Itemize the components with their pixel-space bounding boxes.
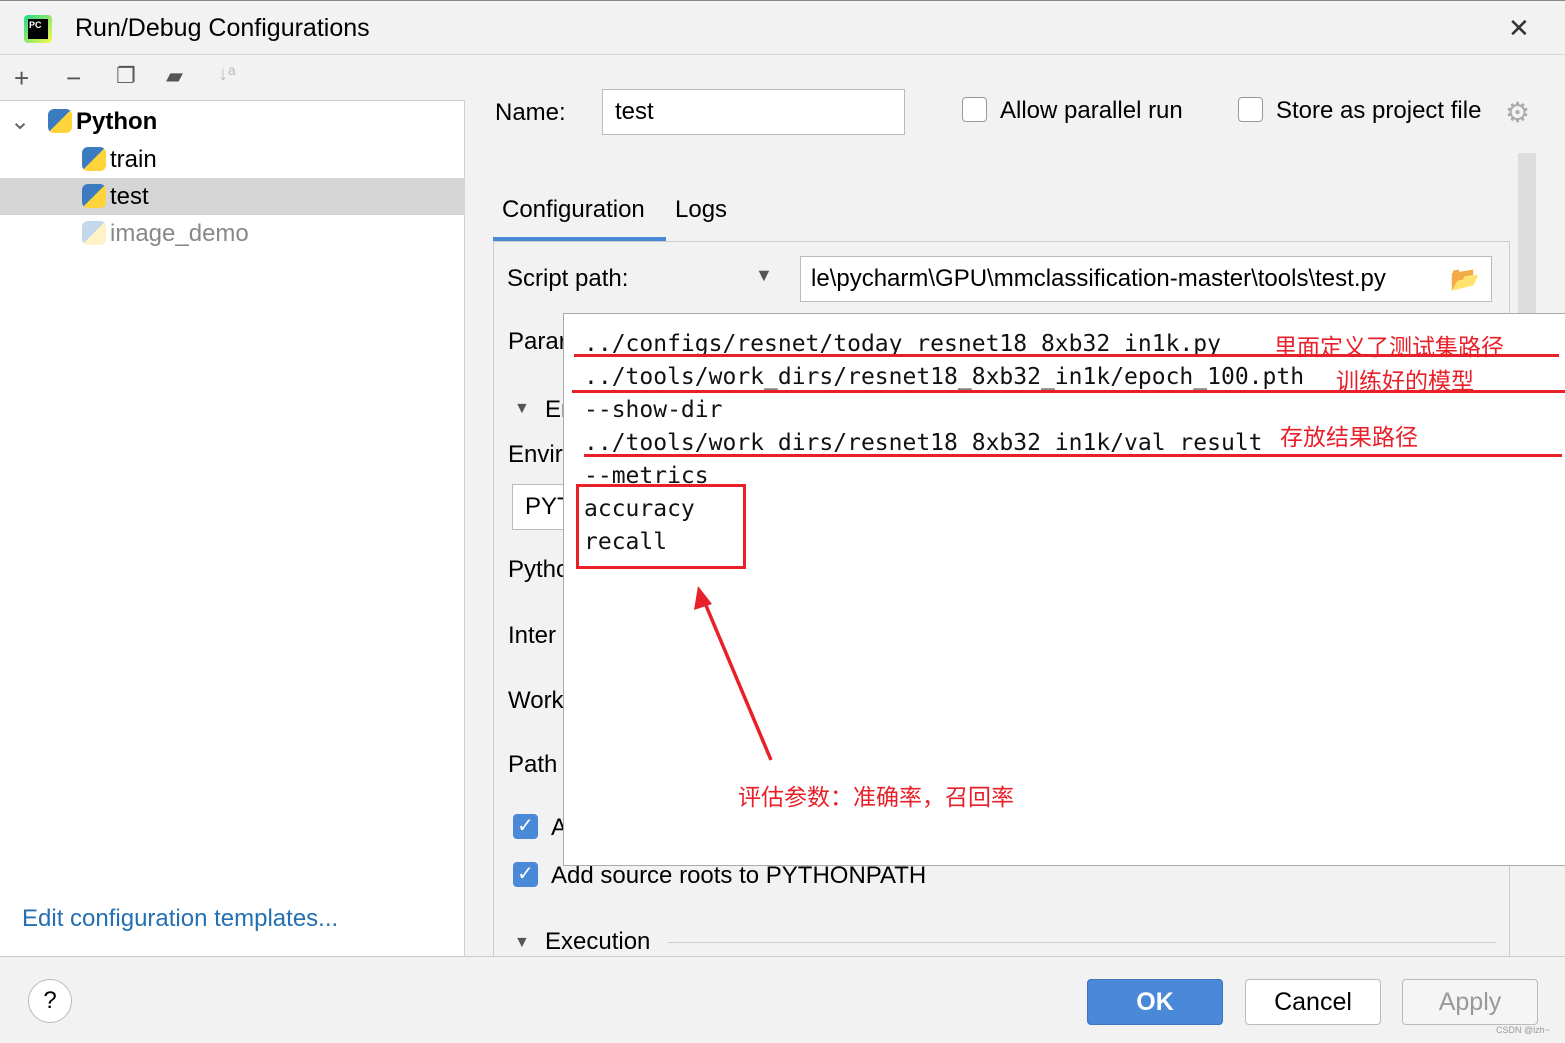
plus-icon[interactable]: + xyxy=(14,63,29,94)
python-interpreter-label: Pytho xyxy=(508,556,570,583)
tree-item-train[interactable]: train xyxy=(82,141,157,178)
copy-icon[interactable]: ❐ xyxy=(116,63,136,89)
divider xyxy=(668,942,1496,943)
name-input[interactable]: test xyxy=(602,89,905,135)
annotation-text: 存放结果路径 xyxy=(1280,424,1418,450)
name-label: Name: xyxy=(495,99,566,126)
chevron-down-icon[interactable]: ⌄ xyxy=(10,103,30,140)
param-line: --show-dir xyxy=(584,397,723,423)
gear-icon[interactable]: ⚙ xyxy=(1505,96,1530,129)
annotation-text: 训练好的模型 xyxy=(1336,368,1474,394)
python-icon xyxy=(82,221,106,245)
minus-icon[interactable]: − xyxy=(66,63,81,94)
python-icon xyxy=(48,109,72,133)
store-project-label: Store as project file xyxy=(1276,97,1482,124)
collapse-icon[interactable]: ▼ xyxy=(514,400,530,418)
add-source-roots-checkbox[interactable]: ✓ xyxy=(513,862,538,887)
watermark: CSDN @lzh~ xyxy=(1496,1025,1550,1035)
apply-button[interactable]: Apply xyxy=(1402,979,1538,1025)
annotation-arrow xyxy=(694,586,773,761)
python-icon xyxy=(82,147,106,171)
tab-logs[interactable]: Logs xyxy=(675,196,727,224)
add-source-roots-label: Add source roots to PYTHONPATH xyxy=(551,862,927,889)
ok-button[interactable]: OK xyxy=(1087,979,1223,1025)
cancel-button[interactable]: Cancel xyxy=(1245,979,1381,1025)
close-icon[interactable]: ✕ xyxy=(1508,13,1530,44)
tree-item-test[interactable]: test xyxy=(82,178,149,215)
interpreter-options-label: Inter xyxy=(508,622,557,649)
annotation-text: 评估参数：准确率，召回率 xyxy=(738,784,1014,810)
python-icon xyxy=(82,184,106,208)
config-toolbar: + − ❐ ▰ ↓ᵃ xyxy=(0,55,465,101)
annotation-box xyxy=(576,484,746,569)
collapse-icon[interactable]: ▼ xyxy=(514,934,530,952)
param-line: ../tools/work_dirs/resnet18_8xb32_in1k/e… xyxy=(584,364,1305,390)
dropdown-arrow-icon[interactable]: ▼ xyxy=(755,265,773,286)
add-content-roots-checkbox[interactable]: ✓ xyxy=(513,814,538,839)
tab-configuration[interactable]: Configuration xyxy=(502,196,645,224)
execution-section-label: Execution xyxy=(545,928,651,955)
selection-highlight xyxy=(0,178,465,215)
allow-parallel-checkbox[interactable] xyxy=(962,97,987,122)
scrollbar[interactable] xyxy=(1518,153,1536,323)
pycharm-logo-icon: PC xyxy=(24,15,52,43)
new-folder-icon[interactable]: ▰ xyxy=(166,63,183,89)
allow-parallel-label: Allow parallel run xyxy=(1000,97,1183,124)
annotation-text: 里面定义了测试集路径 xyxy=(1274,334,1504,360)
sort-alpha-icon[interactable]: ↓ᵃ xyxy=(218,63,235,86)
environment-label: Envir xyxy=(508,441,563,468)
script-path-label: Script path: xyxy=(507,265,629,292)
parameters-label: Parar xyxy=(508,328,567,355)
working-dir-label: Work xyxy=(508,687,564,714)
dialog-footer: ? OK Cancel Apply CSDN @lzh~ xyxy=(0,956,1565,1043)
parameters-editor-popup[interactable]: ../configs/resnet/today_resnet18_8xb32_i… xyxy=(563,313,1565,866)
config-tree: ⌄ Python train test image_demo xyxy=(0,101,465,956)
store-project-checkbox[interactable] xyxy=(1238,97,1263,122)
edit-templates-link[interactable]: Edit configuration templates... xyxy=(22,905,338,933)
tree-item-image-demo[interactable]: image_demo xyxy=(82,215,249,252)
param-line: ../tools/work_dirs/resnet18_8xb32_in1k/v… xyxy=(584,430,1263,456)
tree-root-python[interactable]: Python xyxy=(48,103,157,140)
path-mappings-label: Path xyxy=(508,751,558,778)
script-path-input[interactable]: le\pycharm\GPU\mmclassification-master\t… xyxy=(800,256,1492,302)
folder-icon[interactable]: 📂 xyxy=(1450,265,1480,294)
help-button[interactable]: ? xyxy=(28,979,72,1023)
window-title: Run/Debug Configurations xyxy=(75,14,370,42)
annotation-underline xyxy=(584,454,1562,457)
title-bar: PC Run/Debug Configurations ✕ xyxy=(0,0,1565,55)
